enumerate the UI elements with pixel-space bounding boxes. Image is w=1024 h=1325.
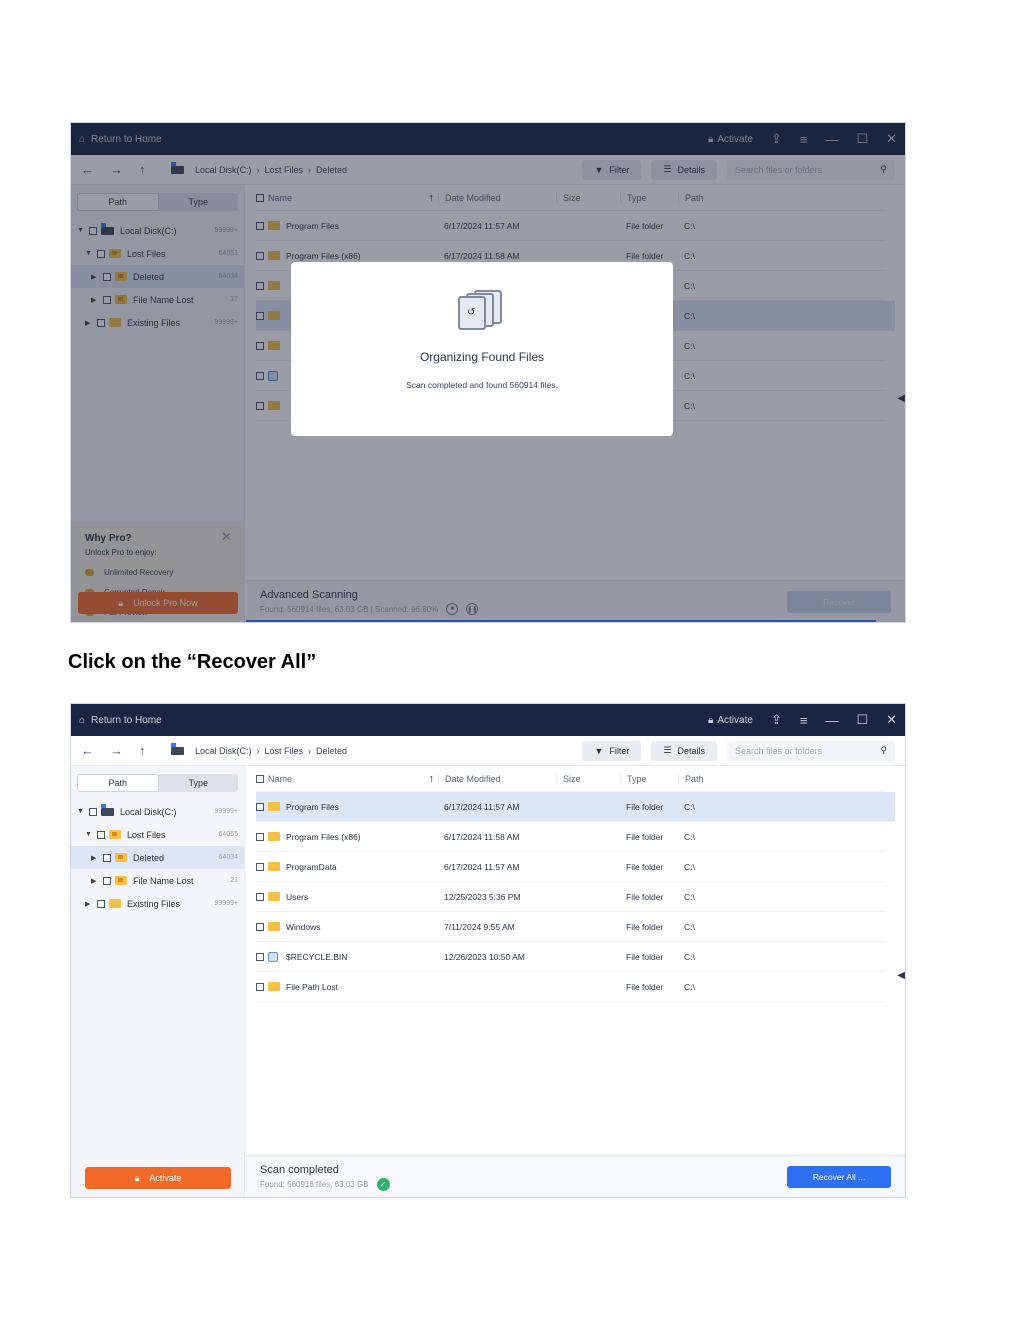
table-row[interactable]: ProgramData 6/17/2024 11:57 AM File folder… bbox=[256, 852, 885, 882]
details-button[interactable]: ☰ Details bbox=[651, 740, 717, 761]
checkbox[interactable] bbox=[97, 899, 105, 908]
breadcrumb: Local Disk(C:) › Lost Files › Deleted bbox=[171, 742, 347, 756]
forward-arrow-icon[interactable]: → bbox=[110, 743, 123, 758]
table-row[interactable]: Program Files 6/17/2024 11:57 AM File fold… bbox=[256, 792, 895, 822]
folder-icon bbox=[109, 830, 121, 839]
modal-backdrop: Organizing Found Files Scan completed an… bbox=[71, 123, 905, 622]
activate-link[interactable]: 🔒︎ Activate bbox=[708, 715, 753, 726]
title-bar: ⌂ Return to Home 🔒︎ Activate ⇪ ≡ — ☐ ✕ bbox=[71, 704, 905, 736]
dialog-title: Organizing Found Files bbox=[419, 350, 545, 364]
filter-icon: ▼ bbox=[594, 745, 604, 756]
up-arrow-icon[interactable]: ↑ bbox=[139, 743, 146, 758]
checkbox[interactable] bbox=[256, 862, 264, 871]
checkbox[interactable] bbox=[256, 802, 264, 811]
table-row[interactable]: $RECYCLE.BIN 12/26/2023 10:50 AM File fold… bbox=[256, 942, 885, 972]
screenshot-scanning: ⌂ Return to Home 🔒︎ Activate ⇪ ≡ — ☐ ✕ ← … bbox=[70, 122, 906, 623]
search-input[interactable]: Search files or folders ⚲ bbox=[727, 740, 895, 761]
recycle-bin-icon bbox=[268, 951, 278, 962]
back-arrow-icon[interactable]: ← bbox=[81, 743, 94, 758]
recover-all-button[interactable]: Recover All ... bbox=[787, 1166, 891, 1188]
checkbox[interactable] bbox=[89, 807, 97, 816]
status-footer: Scan completed Found: 560918 files, 63.0… bbox=[246, 1155, 905, 1197]
filter-button[interactable]: ▼ Filter bbox=[582, 740, 642, 761]
tree-item-existing-files[interactable]: ▶ Existing Files 99999+ bbox=[71, 892, 244, 915]
folder-icon bbox=[115, 853, 127, 862]
checkbox[interactable] bbox=[256, 952, 264, 961]
checkbox[interactable] bbox=[103, 853, 111, 862]
nav-bar: ← → ↑ Local Disk(C:) › Lost Files › Delete… bbox=[71, 736, 905, 766]
check-icon: ✓ bbox=[376, 1178, 390, 1191]
tree-item-lost-files[interactable]: ▼ Lost Files 64055 bbox=[71, 823, 244, 846]
file-list: Name ↑ Date Modified Size Type Path Progr… bbox=[246, 766, 905, 1197]
search-icon: ⚲ bbox=[880, 745, 887, 755]
minimize-icon[interactable]: — bbox=[825, 713, 838, 728]
select-all-checkbox[interactable] bbox=[256, 774, 264, 783]
view-toggle: Path Type bbox=[77, 774, 238, 792]
breadcrumb-item[interactable]: Deleted bbox=[316, 746, 347, 756]
folder-icon bbox=[268, 832, 280, 841]
folder-tree: ▼ Local Disk(C:) 99999+ ▼ Lost Files 64055 ▶… bbox=[71, 800, 244, 915]
table-row[interactable]: Program Files (x86) 6/17/2024 11:58 AM Fil… bbox=[256, 822, 885, 852]
tree-item-local-disk[interactable]: ▼ Local Disk(C:) 99999+ bbox=[71, 800, 244, 823]
folder-icon bbox=[268, 862, 280, 871]
tab-path[interactable]: Path bbox=[77, 774, 159, 792]
folder-icon bbox=[268, 982, 280, 991]
table-row[interactable]: Users 12/25/2023 5:36 PM File folder C:\ bbox=[256, 882, 885, 912]
folder-icon bbox=[115, 876, 127, 885]
tab-type[interactable]: Type bbox=[159, 774, 239, 792]
checkbox[interactable] bbox=[256, 832, 264, 841]
breadcrumb-item[interactable]: Lost Files bbox=[265, 746, 304, 756]
maximize-icon[interactable]: ☐ bbox=[856, 712, 868, 728]
close-icon[interactable]: ✕ bbox=[886, 712, 897, 728]
checkbox[interactable] bbox=[97, 830, 105, 839]
menu-icon[interactable]: ≡ bbox=[800, 713, 808, 728]
checkbox[interactable] bbox=[256, 982, 264, 991]
files-icon bbox=[458, 288, 506, 330]
screenshot-scan-completed: ⌂ Return to Home 🔒︎ Activate ⇪ ≡ — ☐ ✕ ← … bbox=[70, 703, 906, 1198]
dialog-message: Scan completed and found 560914 files. bbox=[406, 380, 558, 390]
table-row[interactable]: Windows 7/11/2024 9:55 AM File folder C:\ bbox=[256, 912, 885, 942]
scan-status-text: Found: 560918 files, 63.03 GB bbox=[260, 1180, 369, 1189]
tree-item-file-name-lost[interactable]: ▶ File Name Lost 21 bbox=[71, 869, 244, 892]
folder-icon bbox=[268, 922, 280, 931]
disk-icon bbox=[171, 742, 184, 755]
disk-icon bbox=[101, 803, 114, 816]
table-header: Name ↑ Date Modified Size Type Path bbox=[256, 766, 885, 792]
folder-icon bbox=[109, 899, 121, 908]
list-icon: ☰ bbox=[663, 745, 672, 755]
folder-icon bbox=[268, 892, 280, 901]
preview-toggle-arrow-icon[interactable]: ◀ bbox=[897, 970, 905, 981]
tree-item-deleted[interactable]: ▶ Deleted 64034 bbox=[71, 846, 244, 869]
sort-arrow-icon[interactable]: ↑ bbox=[429, 773, 435, 785]
lock-icon: 🔒︎ bbox=[708, 714, 714, 726]
instruction-caption: Click on the “Recover All” bbox=[68, 651, 317, 673]
table-row[interactable]: File Path Lost File folder C:\ bbox=[256, 972, 885, 1002]
checkbox[interactable] bbox=[256, 892, 264, 901]
breadcrumb-item[interactable]: Local Disk(C:) bbox=[195, 746, 252, 756]
organizing-dialog: Organizing Found Files Scan completed an… bbox=[291, 262, 673, 436]
lock-icon: 🔒︎ bbox=[134, 1172, 140, 1183]
checkbox[interactable] bbox=[103, 876, 111, 885]
return-home-link[interactable]: ⌂ Return to Home bbox=[79, 715, 162, 726]
upload-icon[interactable]: ⇪ bbox=[771, 712, 782, 728]
home-icon: ⌂ bbox=[79, 714, 86, 726]
sidebar: Path Type ▼ Local Disk(C:) 99999+ ▼ Lost Fi… bbox=[71, 766, 245, 1197]
checkbox[interactable] bbox=[256, 922, 264, 931]
activate-button[interactable]: 🔒︎ Activate bbox=[85, 1167, 231, 1189]
folder-icon bbox=[268, 802, 280, 811]
